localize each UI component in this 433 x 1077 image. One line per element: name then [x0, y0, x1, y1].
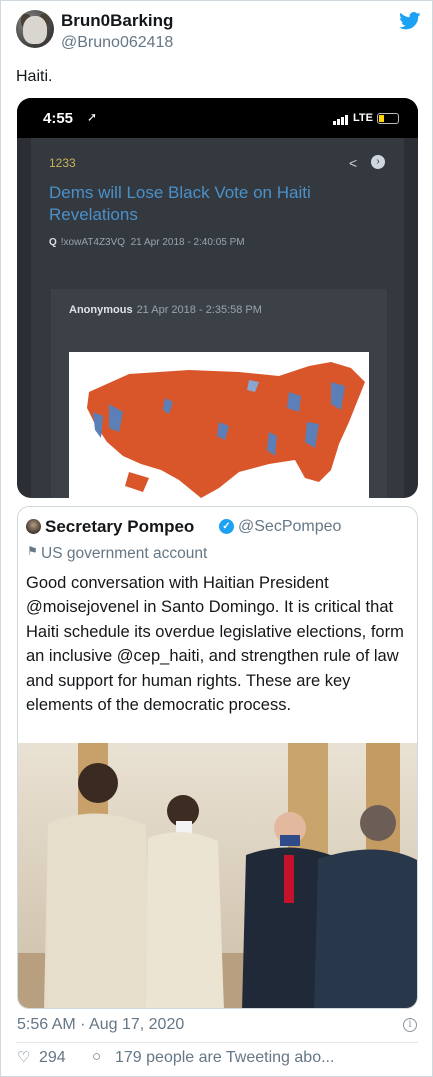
reply-header: Anonymous 21 Apr 2018 - 2:35:58 PM — [69, 304, 262, 316]
display-name[interactable]: Brun0Barking — [61, 11, 173, 31]
reply-author: Anonymous — [69, 304, 133, 316]
forward-icon: › — [371, 155, 385, 169]
signal-icon — [333, 115, 349, 125]
tweet-text: Haiti. — [16, 68, 53, 85]
phone-status-bar: 4:55 ➚ LTE — [17, 98, 418, 138]
user-handle[interactable]: @Bruno062418 — [61, 34, 173, 52]
flag-icon: ⚑ — [27, 544, 38, 558]
attached-image[interactable]: 4:55 ➚ LTE 1233 < › Dems will Lose Black… — [17, 98, 418, 498]
reply-date: 21 Apr 2018 - 2:35:58 PM — [136, 304, 262, 316]
battery-icon — [377, 113, 399, 124]
verified-badge-icon: ✓ — [219, 519, 234, 534]
location-arrow-icon: ➚ — [87, 110, 98, 124]
heart-icon[interactable]: ♡ — [17, 1048, 30, 1066]
divider — [16, 1042, 418, 1043]
reply-post: Anonymous 21 Apr 2018 - 2:35:58 PM — [51, 289, 387, 498]
network-label: LTE — [353, 112, 373, 124]
share-icon: < — [349, 155, 358, 171]
tweet-timestamp[interactable]: 5:56 AM · Aug 17, 2020 — [17, 1016, 184, 1034]
trip-prefix: Q — [49, 237, 57, 248]
post-title: Dems will Lose Black Vote on Haiti Revel… — [49, 183, 311, 224]
quoted-tweet-text: Good conversation with Haitian President… — [26, 574, 404, 715]
quoted-tweet[interactable]: Secretary Pompeo ✓ @SecPompeo ⚑ US gover… — [17, 506, 418, 1009]
info-icon[interactable]: i — [403, 1018, 417, 1032]
tripcode: !xowAT4Z3VQ — [60, 237, 126, 248]
twitter-bird-icon[interactable] — [399, 12, 421, 30]
like-count[interactable]: 294 — [39, 1049, 66, 1067]
us-map-image — [69, 352, 369, 498]
quoted-handle: @SecPompeo — [238, 518, 342, 535]
meeting-photo[interactable] — [18, 743, 417, 1008]
tweet-card: Brun0Barking @Bruno062418 Haiti. 4:55 ➚ … — [0, 0, 433, 1077]
quoted-avatar — [26, 519, 41, 534]
post-meta: Q !xowAT4Z3VQ 21 Apr 2018 - 2:40:05 PM — [49, 237, 245, 248]
quoted-display-name: Secretary Pompeo — [45, 517, 195, 536]
post-number: 1233 — [49, 156, 76, 170]
board-post: 1233 < › Dems will Lose Black Vote on Ha… — [31, 138, 404, 498]
post-date: 21 Apr 2018 - 2:40:05 PM — [130, 237, 245, 248]
reply-bubble-icon[interactable]: ○ — [92, 1048, 101, 1065]
conversation-link[interactable]: 179 people are Tweeting abo... — [115, 1049, 334, 1067]
avatar[interactable] — [16, 10, 54, 48]
status-time: 4:55 — [43, 110, 74, 127]
government-account-label: US government account — [41, 545, 208, 562]
